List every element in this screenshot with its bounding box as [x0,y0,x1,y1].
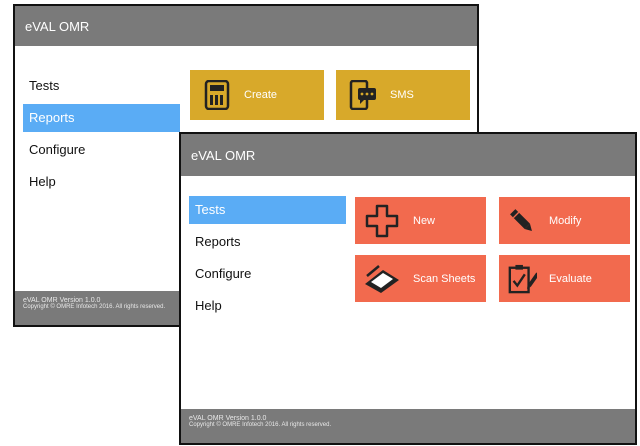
sidebar-item-reports[interactable]: Reports [23,104,180,132]
scanner-icon [363,264,401,294]
sms-phone-icon [348,80,378,110]
sidebar-item-reports[interactable]: Reports [189,228,346,256]
plus-icon [363,202,401,240]
app-title: eVAL OMR [191,147,256,163]
scan-sheets-tile-label: Scan Sheets [413,272,476,285]
modify-tile-label: Modify [549,214,582,227]
sidebar-item-help[interactable]: Help [189,292,346,320]
sidebar-nav: Tests Reports Configure Help [189,196,346,324]
footer: eVAL OMR Version 1.0.0 Copyright © OMRE … [181,409,635,443]
sms-tile[interactable]: SMS [336,70,470,120]
calculator-icon [202,80,232,110]
new-tile[interactable]: New [355,197,486,244]
evaluate-tile-label: Evaluate [549,272,592,285]
footer-version: eVAL OMR Version 1.0.0 [189,415,267,422]
evaluate-tile[interactable]: Evaluate [499,255,630,302]
new-tile-label: New [413,214,436,227]
modify-tile[interactable]: Modify [499,197,630,244]
checklist-icon [507,264,537,294]
footer-copyright: Copyright © OMRE Infotech 2016. All righ… [189,422,332,428]
front-app-window: eVAL OMR Tests Reports Configure Help Ne… [179,132,637,445]
sidebar-item-configure[interactable]: Configure [23,136,180,164]
title-bar: eVAL OMR [15,6,477,46]
sidebar-item-configure[interactable]: Configure [189,260,346,288]
sms-tile-label: SMS [390,89,414,101]
app-title: eVAL OMR [25,18,90,34]
scan-sheets-tile[interactable]: Scan Sheets [355,255,486,302]
pencil-icon [507,206,537,236]
title-bar: eVAL OMR [181,134,635,176]
sidebar-item-tests[interactable]: Tests [189,196,346,224]
create-tile-label: Create [244,89,278,101]
create-tile[interactable]: Create [190,70,324,120]
sidebar-nav: Tests Reports Configure Help [23,72,180,200]
sidebar-item-tests[interactable]: Tests [23,72,180,100]
sidebar-item-help[interactable]: Help [23,168,180,196]
